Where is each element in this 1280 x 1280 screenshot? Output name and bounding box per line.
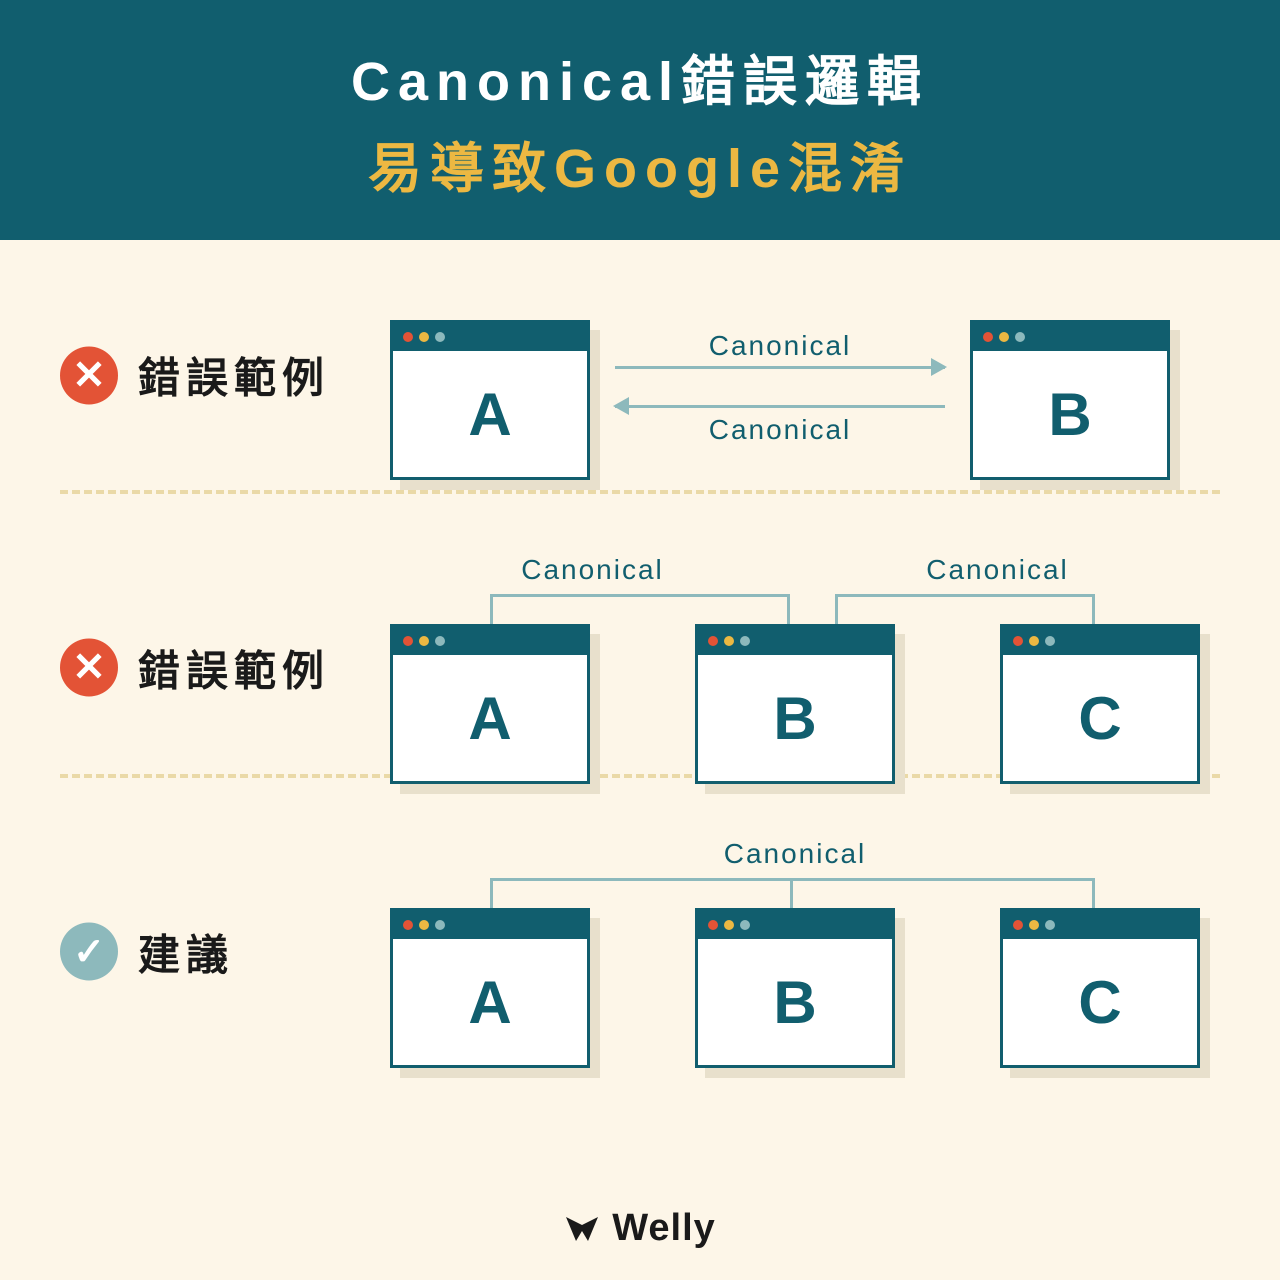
label-text: 錯誤範例 [138,637,330,698]
dot-icon [419,920,429,930]
error-icon: ✕ [60,639,118,697]
diagram-3: Canonical A [390,818,1220,1098]
connector-line [490,594,790,597]
window-label: C [1003,655,1197,783]
arrows-bidirectional: Canonical Canonical [615,330,945,460]
section-label: ✕ 錯誤範例 [60,345,330,406]
browser-window-a: A [390,320,590,480]
arrow-right-icon [615,366,945,369]
dot-icon [1045,636,1055,646]
arrow-label: Canonical [615,330,945,362]
dot-icon [435,920,445,930]
browser-bar [393,627,587,655]
browser-window-b: B [970,320,1170,480]
title-line-2: 易導致Google混淆 [368,124,912,203]
window-label: B [698,939,892,1067]
dot-icon [740,636,750,646]
window-label: B [698,655,892,783]
browser-bar [393,911,587,939]
footer: Welly [0,1207,1280,1250]
error-icon: ✕ [60,346,118,404]
logo-icon [564,1211,600,1247]
browser-bar [973,323,1167,351]
dot-icon [403,636,413,646]
browser-window-c: C [1000,908,1200,1068]
dot-icon [403,332,413,342]
window-label: A [393,939,587,1067]
dot-icon [435,636,445,646]
logo-text: Welly [612,1207,716,1250]
browser-window-b: B [695,908,895,1068]
arrow-left-icon [615,405,945,408]
dot-icon [1029,636,1039,646]
browser-bar [698,627,892,655]
diagram-2: Canonical Canonical [390,534,1220,814]
dot-icon [419,332,429,342]
section-suggestion: ✓ 建議 Canonical A [60,778,1220,1058]
arrow-label: Canonical [615,414,945,446]
dot-icon [1029,920,1039,930]
dot-icon [724,636,734,646]
title-line-1: Canonical錯誤邏輯 [351,37,929,116]
dot-icon [1013,636,1023,646]
browser-row: A B C [390,624,1200,784]
content: ✕ 錯誤範例 A B [0,240,1280,1058]
section-label: ✕ 錯誤範例 [60,637,330,698]
window-label: A [393,655,587,783]
x-icon: ✕ [72,648,106,688]
checkmark-icon: ✓ [73,929,105,974]
dot-icon [724,920,734,930]
header: Canonical錯誤邏輯 易導致Google混淆 [0,0,1280,240]
window-label: B [973,351,1167,479]
dot-icon [435,332,445,342]
window-label: C [1003,939,1197,1067]
window-label: A [393,351,587,479]
browser-bar [1003,911,1197,939]
browser-window-b: B [695,624,895,784]
dot-icon [708,920,718,930]
x-icon: ✕ [72,355,106,395]
dot-icon [419,636,429,646]
dot-icon [403,920,413,930]
browser-window-c: C [1000,624,1200,784]
browser-window-a: A [390,624,590,784]
arrow-label: Canonical [795,554,1200,586]
browser-bar [393,323,587,351]
dot-icon [1045,920,1055,930]
browser-bar [1003,627,1197,655]
label-text: 錯誤範例 [138,345,330,406]
top-labels: Canonical [390,838,1200,870]
dot-icon [983,332,993,342]
section-error-1: ✕ 錯誤範例 A B [60,260,1220,490]
label-text: 建議 [138,921,234,982]
section-label: ✓ 建議 [60,921,234,982]
dot-icon [999,332,1009,342]
dot-icon [1013,920,1023,930]
dot-icon [1015,332,1025,342]
browser-row: A B C [390,908,1200,1068]
dot-icon [740,920,750,930]
dot-icon [708,636,718,646]
diagram-1: A B Canonical Canonical [390,300,1220,500]
check-icon: ✓ [60,923,118,981]
browser-bar [698,911,892,939]
connector-line [490,594,493,624]
section-error-2: ✕ 錯誤範例 Canonical Canonical [60,494,1220,774]
top-labels: Canonical Canonical [390,554,1200,586]
browser-window-a: A [390,908,590,1068]
connector-line [835,594,1095,597]
arrow-label: Canonical [390,554,795,586]
arrow-label: Canonical [390,838,1200,870]
